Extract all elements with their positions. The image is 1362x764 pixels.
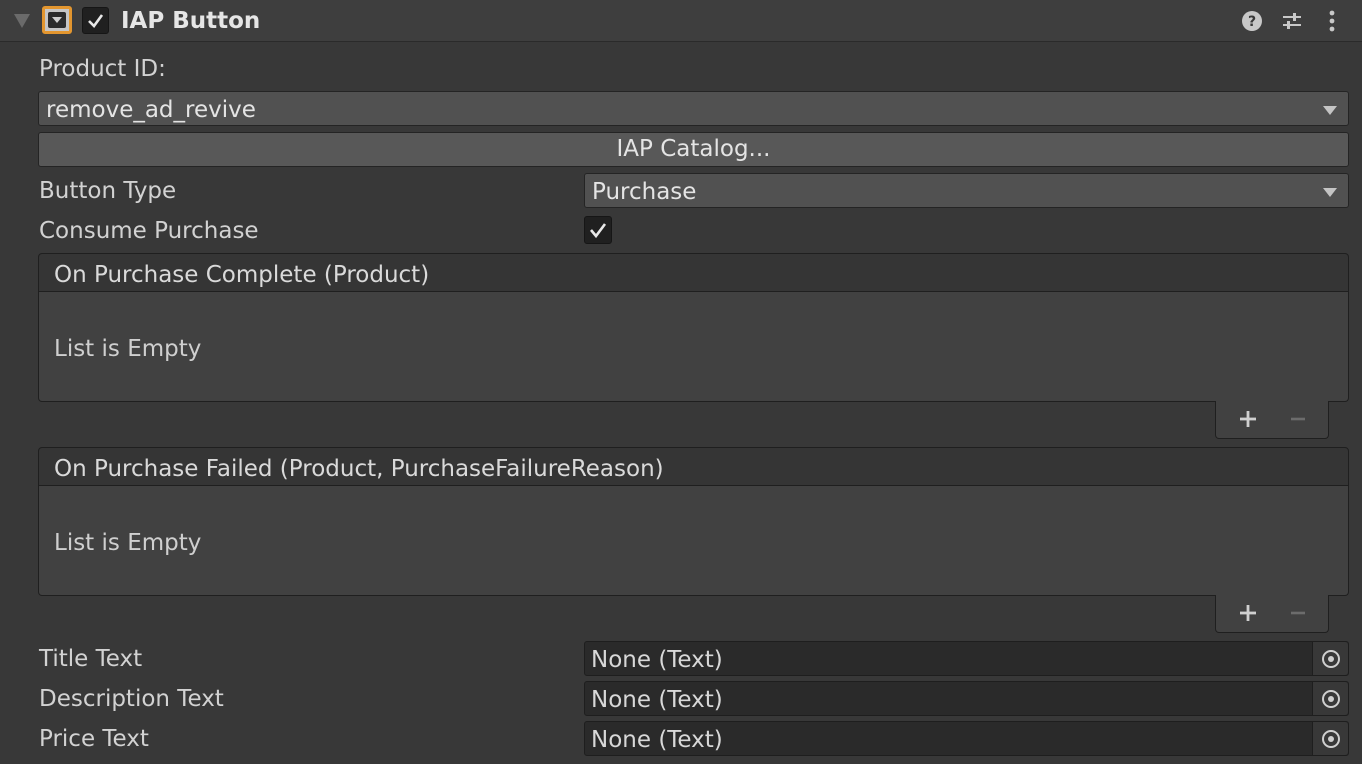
title-text-value: None (Text) [591, 647, 723, 673]
title-text-field[interactable]: None (Text) [584, 641, 1349, 676]
component-header: IAP Button ? [0, 0, 1362, 42]
button-type-label: Button Type [39, 178, 177, 204]
price-text-field[interactable]: None (Text) [584, 721, 1349, 756]
target-picker-icon [1322, 650, 1340, 668]
remove-icon[interactable] [1286, 601, 1310, 625]
on-purchase-complete-header: On Purchase Complete (Product) [38, 253, 1349, 292]
on-purchase-failed-list: List is Empty [38, 486, 1349, 596]
object-picker-button[interactable] [1312, 682, 1348, 715]
chevron-down-icon [1323, 106, 1337, 115]
product-id-value: remove_ad_revive [46, 97, 256, 123]
empty-list-label: List is Empty [54, 336, 202, 362]
event-header-label: On Purchase Failed (Product, PurchaseFai… [54, 456, 664, 482]
checkmark-icon [590, 223, 607, 239]
description-text-field[interactable]: None (Text) [584, 681, 1349, 716]
on-purchase-complete-footer [1215, 401, 1329, 439]
consume-purchase-label: Consume Purchase [39, 218, 259, 244]
chevron-down-icon [1323, 188, 1337, 197]
component-title: IAP Button [121, 8, 261, 34]
target-picker-icon [1322, 690, 1340, 708]
product-id-label: Product ID: [39, 56, 166, 82]
help-icon[interactable]: ? [1240, 9, 1264, 33]
object-picker-button[interactable] [1312, 642, 1348, 675]
empty-list-label: List is Empty [54, 530, 202, 556]
event-header-label: On Purchase Complete (Product) [54, 262, 430, 288]
preset-icon[interactable] [1280, 9, 1304, 33]
remove-icon[interactable] [1286, 407, 1310, 431]
description-text-label: Description Text [39, 686, 224, 712]
more-menu-icon[interactable] [1320, 9, 1344, 33]
foldout-arrow-icon[interactable] [12, 12, 32, 30]
add-icon[interactable] [1236, 407, 1260, 431]
on-purchase-complete-list: List is Empty [38, 292, 1349, 402]
button-type-dropdown[interactable]: Purchase [584, 173, 1349, 208]
target-picker-icon [1322, 730, 1340, 748]
checkmark-icon [88, 14, 104, 28]
add-icon[interactable] [1236, 601, 1260, 625]
on-purchase-failed-header: On Purchase Failed (Product, PurchaseFai… [38, 447, 1349, 486]
iap-catalog-button[interactable]: IAP Catalog... [38, 132, 1349, 167]
svg-text:?: ? [1248, 14, 1256, 30]
button-type-value: Purchase [592, 179, 697, 205]
component-enabled-checkbox[interactable] [82, 7, 109, 34]
description-text-value: None (Text) [591, 687, 723, 713]
consume-purchase-checkbox[interactable] [584, 216, 612, 244]
component-icon [42, 6, 72, 34]
title-text-label: Title Text [39, 646, 143, 672]
object-picker-button[interactable] [1312, 722, 1348, 755]
price-text-value: None (Text) [591, 727, 723, 753]
price-text-label: Price Text [39, 726, 149, 752]
product-id-dropdown[interactable]: remove_ad_revive [38, 91, 1349, 126]
on-purchase-failed-footer [1215, 595, 1329, 633]
